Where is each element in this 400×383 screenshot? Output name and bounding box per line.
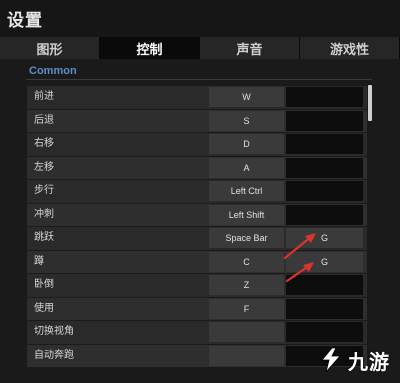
action-label: 冲刺 [34,208,54,220]
watermark-text: 九游 [348,351,390,374]
tab-gameplay[interactable]: 游戏性 [300,37,400,59]
keybind-row-right: 右移 D [27,133,367,157]
tab-sound[interactable]: 声音 [200,37,300,59]
keybind-row-backward: 后退 S [27,109,367,133]
section-divider [26,79,372,80]
primary-key-slot[interactable]: Left Ctrl [209,181,284,201]
action-label: 使用 [34,302,54,314]
primary-key-slot[interactable]: Left Shift [209,204,284,225]
secondary-key-slot[interactable] [286,87,363,107]
scrollbar-thumb[interactable] [368,85,372,121]
secondary-key-slot[interactable] [286,134,363,154]
settings-tabs: 图形 控制 声音 游戏性 [0,37,400,59]
secondary-key-slot[interactable] [286,298,363,319]
secondary-key-slot[interactable] [286,110,363,131]
keybind-row-prone: 卧倒 Z [27,274,367,298]
primary-key-slot[interactable]: Z [209,275,284,295]
secondary-key-slot[interactable] [286,275,363,295]
action-label: 后退 [34,114,54,126]
keybind-row-jump: 跳跃 Space Bar G [27,227,367,251]
secondary-key-slot[interactable]: G [286,251,363,272]
primary-key-slot[interactable]: F [209,298,284,319]
secondary-key-slot[interactable]: G [286,228,363,248]
secondary-key-slot[interactable] [286,181,363,201]
action-label: 右移 [34,138,54,149]
tab-controls[interactable]: 控制 [100,37,200,59]
primary-key-slot[interactable]: D [209,134,284,154]
primary-key-slot[interactable]: C [209,251,284,272]
primary-key-slot[interactable]: Space Bar [209,228,284,248]
keybind-row-walk: 步行 Left Ctrl [27,180,367,204]
keybind-row-auto-run: 自动奔跑 [27,344,367,368]
action-label: 自动奔跑 [34,349,74,361]
settings-window: 设置 图形 控制 声音 游戏性 Common 前进 W 后退 S 右移 D 左移… [0,0,400,383]
action-label: 切换视角 [34,326,74,337]
keybind-row-left: 左移 A [27,156,367,180]
primary-key-slot[interactable]: S [209,110,284,131]
secondary-key-slot[interactable] [286,322,363,342]
tab-graphics[interactable]: 图形 [0,37,100,59]
watermark: 九游 [318,343,396,377]
primary-key-slot[interactable] [209,322,284,342]
keybind-row-toggle-view: 切换视角 [27,321,367,345]
keybind-row-sprint: 冲刺 Left Shift [27,203,367,227]
primary-key-slot[interactable] [209,345,284,366]
action-label: 左移 [34,161,54,173]
section-title: Common [29,65,77,77]
action-label: 跳跃 [34,232,54,243]
action-label: 卧倒 [34,279,54,290]
secondary-key-slot[interactable] [286,204,363,225]
action-label: 前进 [34,91,54,102]
action-label: 步行 [34,185,54,196]
keybind-list: 前进 W 后退 S 右移 D 左移 A 步行 Left Ctrl 冲刺 Left… [27,86,367,368]
keybind-row-crouch: 蹲 C G [27,250,367,274]
jiuyou-logo-icon [321,347,341,373]
keybind-row-forward: 前进 W [27,86,367,110]
keybind-row-use: 使用 F [27,297,367,321]
primary-key-slot[interactable]: W [209,87,284,107]
action-label: 蹲 [34,255,44,267]
secondary-key-slot[interactable] [286,157,363,178]
keybind-panel: Common 前进 W 后退 S 右移 D 左移 A 步行 Left Ctrl … [0,59,400,383]
page-title: 设置 [7,11,43,30]
primary-key-slot[interactable]: A [209,157,284,178]
